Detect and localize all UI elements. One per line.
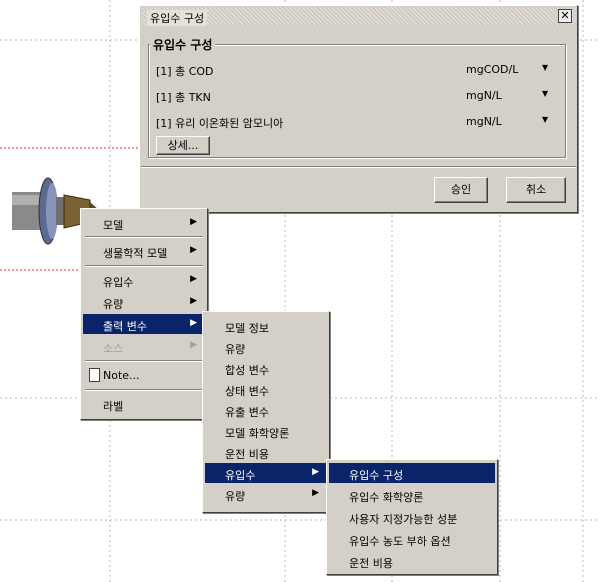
output-variables-submenu: 모델 정보 유량 합성 변수 상태 변수 유출 변수 모델 화학양론 운전 비용… (202, 311, 330, 513)
dialog-title: 유입수 구성 (147, 10, 208, 26)
submenu-arrow-icon: ▶ (312, 488, 319, 498)
menu-separator (85, 265, 203, 267)
row-label: [1] 총 TKN (156, 91, 211, 104)
menu-item-flow-sub[interactable]: 유량 ▶ (205, 484, 327, 504)
menu-item-model-info[interactable]: 모델 정보 (205, 316, 327, 336)
menu-item-label-cmd[interactable]: 라벨 (83, 394, 205, 414)
context-menu: 모델 ▶ 생물학적 모델 ▶ 유입수 ▶ 유량 ▶ 출력 변수 ▶ 소스 ▶ N… (80, 208, 208, 420)
unit-dropdown[interactable]: mgCOD/L (466, 63, 518, 76)
dropdown-arrow-icon[interactable]: ▼ (542, 89, 548, 98)
menu-item-label: 생물학적 모델 (103, 247, 168, 260)
menu-separator (85, 389, 203, 391)
menu-item-label: 유입수 (103, 276, 134, 289)
submenu-arrow-icon: ▶ (190, 245, 197, 255)
menu-item-influent[interactable]: 유입수 ▶ (83, 270, 205, 290)
menu-item-label: 출력 변수 (103, 320, 147, 333)
submenu-arrow-icon: ▶ (190, 274, 197, 284)
submenu-arrow-icon: ▶ (312, 467, 319, 477)
row-label: [1] 유리 이온화된 암모니아 (156, 117, 284, 130)
menu-item-label: 유출 변수 (225, 406, 269, 419)
menu-item-flow[interactable]: 유량 ▶ (83, 292, 205, 312)
menu-item-label: 유입수 구성 (349, 469, 404, 482)
row-label: [1] 총 COD (156, 65, 214, 78)
menu-item-label: 운전 비용 (349, 557, 393, 570)
detail-button[interactable]: 상세... (156, 136, 210, 155)
menu-item-label: 유량 (225, 490, 246, 503)
menu-item-note[interactable]: Note... (83, 365, 205, 385)
row-total-cod: [1] 총 COD mgCOD/L ▼ (156, 61, 556, 79)
unit-dropdown[interactable]: mgN/L (466, 89, 502, 102)
menu-item-influent-composition[interactable]: 유입수 구성 (329, 463, 495, 483)
submenu-arrow-icon: ▶ (190, 318, 197, 328)
menu-separator (85, 360, 203, 362)
menu-item-label: 유량 (225, 343, 246, 356)
row-free-ammonia: [1] 유리 이온화된 암모니아 mgN/L ▼ (156, 113, 556, 131)
submenu-arrow-icon: ▶ (190, 217, 197, 227)
menu-item-label: 사용자 지정가능한 성분 (349, 513, 458, 526)
menu-item-model-stoich[interactable]: 모델 화학양론 (205, 421, 327, 441)
unit-dropdown[interactable]: mgN/L (466, 115, 502, 128)
menu-item-label: 모델 정보 (225, 322, 269, 335)
menu-item-influent-stoich[interactable]: 유입수 화학양론 (329, 485, 495, 505)
menu-item-label: 모델 화학양론 (225, 427, 290, 440)
menu-item-label: 유량 (103, 298, 124, 311)
menu-item-influent[interactable]: 유입수 ▶ (205, 463, 327, 483)
close-icon[interactable]: ✕ (558, 9, 572, 23)
menu-item-composite-vars[interactable]: 합성 변수 (205, 358, 327, 378)
menu-item-label: Note... (103, 369, 140, 382)
note-icon (89, 368, 100, 382)
menu-separator (85, 236, 203, 238)
menu-item-bio-model[interactable]: 생물학적 모델 ▶ (83, 241, 205, 261)
influent-composition-dialog: 유입수 구성 ✕ 유입수 구성 [1] 총 COD mgCOD/L ▼ [1] … (139, 5, 578, 213)
dropdown-arrow-icon[interactable]: ▼ (542, 115, 548, 124)
ok-button[interactable]: 승인 (434, 177, 488, 203)
cancel-button[interactable]: 취소 (506, 177, 566, 203)
dialog-divider (141, 166, 576, 168)
menu-item-label: 운전 비용 (225, 448, 269, 461)
menu-item-label: 유입수 화학양론 (349, 491, 424, 504)
menu-item-label: 모델 (103, 219, 124, 232)
menu-item-source: 소스 ▶ (83, 336, 205, 356)
menu-item-label: 합성 변수 (225, 364, 269, 377)
menu-item-label: 상태 변수 (225, 385, 269, 398)
menu-item-label: 라벨 (103, 400, 124, 413)
menu-item-user-defined[interactable]: 사용자 지정가능한 성분 (329, 507, 495, 527)
menu-item-label: 소스 (103, 342, 124, 355)
menu-item-state-vars[interactable]: 상태 변수 (205, 379, 327, 399)
submenu-arrow-icon: ▶ (190, 296, 197, 306)
dialog-titlebar[interactable]: 유입수 구성 ✕ (141, 7, 576, 26)
menu-item-output-variables[interactable]: 출력 변수 ▶ (83, 314, 205, 334)
menu-item-effluent-vars[interactable]: 유출 변수 (205, 400, 327, 420)
menu-item-model[interactable]: 모델 ▶ (83, 213, 205, 233)
dropdown-arrow-icon[interactable]: ▼ (542, 63, 548, 72)
row-total-tkn: [1] 총 TKN mgN/L ▼ (156, 87, 556, 105)
menu-item-load-options[interactable]: 유입수 농도 부하 옵션 (329, 529, 495, 549)
menu-item-flow[interactable]: 유량 (205, 337, 327, 357)
menu-item-label: 유입수 농도 부하 옵션 (349, 535, 451, 548)
group-title: 유입수 구성 (150, 36, 216, 53)
influent-submenu: 유입수 구성 유입수 화학양론 사용자 지정가능한 성분 유입수 농도 부하 옵… (326, 459, 498, 575)
menu-item-label: 유입수 (225, 469, 256, 482)
menu-item-operating-cost[interactable]: 운전 비용 (205, 442, 327, 462)
menu-item-operating-cost[interactable]: 운전 비용 (329, 551, 495, 571)
submenu-arrow-icon: ▶ (190, 340, 197, 350)
